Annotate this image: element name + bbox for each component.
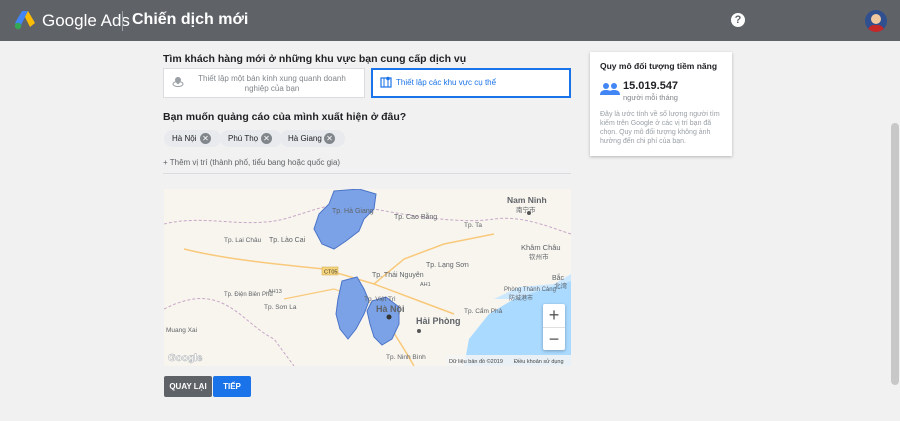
map-label-ct05: CT05 [324,270,337,276]
map-label-cam-pha: Tp. Cẩm Phả [464,307,503,315]
location-radius-icon [172,77,184,87]
audience-count: 15.019.547 [623,80,679,92]
map-label-bac: Bắc [552,273,565,282]
map-view[interactable]: Nam Ninh 南宁市 Tp. Hà Giang Tp. Cao Bằng T… [164,189,571,366]
audience-period: người mỗi tháng [623,93,678,102]
map-label-ah13: AH13 [268,289,282,295]
map-label-tp-ta: Tp. Ta [464,222,482,229]
avatar[interactable] [865,10,887,32]
map-label-lao-cai: Tp. Lào Cai [269,237,306,244]
help-icon[interactable]: ? [731,13,745,27]
top-app-bar: Google Ads Chiến dịch mới ? [0,0,900,41]
map-label-muang-xai: Muang Xai [166,327,197,334]
map-label-son-la: Tp. Sơn La [264,304,297,311]
audience-title: Quy mô đối tượng tiềm năng [600,61,718,71]
google-ads-logo-icon[interactable] [14,10,36,30]
location-chip[interactable]: Hà Giang ✕ [280,130,345,147]
location-chip-label: Hà Giang [288,134,322,143]
google-map-logo: Google [168,353,203,364]
map-label-bac-cn: 北湾 [554,281,568,290]
back-button[interactable]: QUAY LẠI [164,376,212,397]
audience-note: Đây là ước tính về số lượng người tìm ki… [600,111,720,145]
map-label-hai-phong: Hải Phòng [416,316,461,326]
page-title: Chiến dịch mới [132,11,249,28]
specific-areas-option[interactable]: Thiết lập các khu vực cụ thể [371,68,571,98]
map-label-dien-bien: Tp. Điện Biên Phủ [224,291,273,298]
ha-noi-marker [386,314,392,320]
phu-tho-area [335,276,370,340]
scrollbar-thumb[interactable] [891,123,899,385]
radius-option-label: Thiết lập một bán kính xung quanh doanh … [198,74,346,93]
targeting-question: Tìm khách hàng mới ở những khu vực bạn c… [163,53,467,65]
map-label-ha-noi: Hà Nội [376,304,405,314]
people-icon [600,83,620,95]
map-label-ha-giang: Tp. Hà Giang [332,208,374,215]
map-attribution: Dữ liệu bản đồ ©2019 [449,358,503,365]
radius-option[interactable]: Thiết lập một bán kính xung quanh doanh … [163,68,365,98]
section-divider [163,173,571,174]
hai-phong-marker [417,329,421,333]
map-label-khamchau: Khâm Châu [521,243,561,252]
map-canvas[interactable]: Nam Ninh 南宁市 Tp. Hà Giang Tp. Cao Bằng T… [164,189,571,366]
map-terms-link[interactable]: Điều khoản sử dụng [514,358,564,365]
map-label-thai-nguyen: Tp. Thái Nguyên [372,272,424,279]
title-divider [122,11,123,31]
map-areas-icon [380,76,392,88]
remove-chip-icon[interactable]: ✕ [200,133,211,144]
map-label-lai-chau: Tp. Lai Châu [224,237,262,244]
location-chip-label: Hà Nội [172,134,197,143]
map-label-ah1: AH1 [420,282,431,288]
map-label-cao-bang: Tp. Cao Bằng [394,212,437,221]
map-label-lang-son: Tp. Lạng Sơn [426,262,469,269]
audience-size-card: Quy mô đối tượng tiềm năng 15.019.547 ng… [590,52,732,156]
zoom-out-button[interactable]: − [543,328,565,351]
map-label-ninh-binh: Tp. Ninh Bình [386,354,426,361]
add-location-link[interactable]: + Thêm vị trí (thành phố, tiểu bang hoặc… [163,158,340,167]
location-chip[interactable]: Phú Thọ ✕ [220,130,282,147]
location-chip-label: Phú Thọ [228,134,259,143]
map-label-phong-thanh-cn: 防城港市 [509,294,533,302]
specific-areas-option-label: Thiết lập các khu vực cụ thể [396,78,497,87]
remove-chip-icon[interactable]: ✕ [324,133,335,144]
remove-chip-icon[interactable]: ✕ [261,133,272,144]
next-button[interactable]: TIẾP [213,376,251,397]
map-label-nanning-cn: 南宁市 [516,205,536,214]
map-label-phong-thanh: Phòng Thành Cảng [504,287,556,293]
zoom-in-button[interactable]: + [543,304,565,327]
brand-name: Google Ads [42,11,130,30]
scrollbar-track[interactable] [890,41,900,421]
map-label-khamchau-cn: 钦州市 [529,252,549,261]
ha-giang-area [313,189,377,250]
map-label-nanning: Nam Ninh [507,195,547,205]
map-zoom-control[interactable]: + − [543,304,565,350]
map-label-viet-tri: Tp. Việt Trì [364,296,396,303]
map-road [183,248,455,315]
locations-question: Bạn muốn quảng cáo của mình xuất hiện ở … [163,111,407,123]
location-chip[interactable]: Hà Nội ✕ [164,130,221,147]
